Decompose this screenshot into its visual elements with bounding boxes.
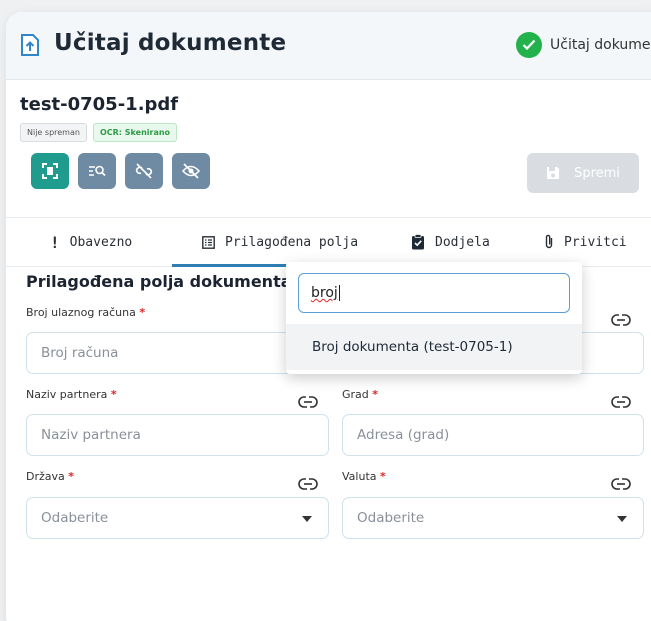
check-circle-icon <box>516 32 542 58</box>
currency-select[interactable]: Odaberite <box>342 497 644 539</box>
paperclip-icon <box>545 234 553 249</box>
placeholder-text: Odaberite <box>41 510 109 526</box>
tab-label: Obavezno <box>69 234 133 250</box>
field-label-city: Grad * <box>342 388 378 401</box>
tab-dodjela[interactable]: Dodjela <box>411 218 490 266</box>
field-label-country: Država * <box>26 470 74 483</box>
required-marker: * <box>372 388 379 401</box>
required-marker: * <box>110 388 117 401</box>
link-icon[interactable] <box>611 396 631 408</box>
upload-status: Učitaj dokume <box>516 32 651 58</box>
tab-custom-fields[interactable]: Prilagođena polja <box>172 218 387 267</box>
document-file-name: test-0705-1.pdf <box>20 94 179 115</box>
placeholder-text: Naziv partnera <box>41 427 141 443</box>
window-header: Učitaj dokumente Učitaj dokume <box>6 12 651 80</box>
field-label-invoice-number: Broj ulaznog računa * <box>26 306 145 319</box>
tab-label: Privitci <box>564 234 627 250</box>
scan-icon <box>42 163 58 179</box>
eye-off-icon <box>182 163 200 179</box>
unlink-icon <box>135 163 153 179</box>
city-input[interactable]: Adresa (grad) <box>342 414 644 456</box>
field-search-dropdown: broj Broj dokumenta (test-0705-1) <box>286 262 582 374</box>
save-button[interactable]: Spremi <box>527 153 639 193</box>
required-marker: * <box>68 470 75 483</box>
search-text-icon <box>89 165 106 177</box>
page-title: Učitaj dokumente <box>54 30 287 56</box>
field-search-input[interactable]: broj <box>298 273 570 313</box>
upload-status-text: Učitaj dokume <box>550 37 651 53</box>
label-text: Broj ulaznog računa <box>26 306 136 319</box>
exclamation-icon: ! <box>50 232 60 252</box>
link-icon[interactable] <box>298 478 318 490</box>
label-text: Grad <box>342 388 369 401</box>
required-marker: * <box>139 306 146 319</box>
link-icon[interactable] <box>298 396 318 408</box>
placeholder-text: Adresa (grad) <box>357 427 450 443</box>
caret-down-icon <box>302 516 312 522</box>
search-value: broj <box>311 285 338 301</box>
placeholder-text: Odaberite <box>357 510 425 526</box>
link-icon[interactable] <box>611 478 631 490</box>
placeholder-text: Broj računa <box>41 345 119 361</box>
search-text-button[interactable] <box>78 153 116 189</box>
tab-label: Prilagođena polja <box>225 234 359 250</box>
dropdown-option[interactable]: Broj dokumenta (test-0705-1) <box>286 324 582 370</box>
caret-down-icon <box>617 516 627 522</box>
label-text: Valuta <box>342 470 377 483</box>
partner-name-input[interactable]: Naziv partnera <box>26 414 329 456</box>
label-text: Država <box>26 470 65 483</box>
clipboard-check-icon <box>412 234 424 250</box>
text-cursor <box>338 285 340 301</box>
document-badges: Nije spreman OCR: Skenirano <box>20 123 178 142</box>
required-marker: * <box>380 470 386 483</box>
label-text: Naziv partnera <box>26 388 108 401</box>
list-icon <box>202 235 215 249</box>
tab-bar: ! Obavezno Prilagođena polja Dodjela Pri… <box>6 217 651 267</box>
document-header: test-0705-1.pdf Nije spreman OCR: Skenir… <box>6 81 651 221</box>
ocr-badge: OCR: Skenirano <box>92 123 178 142</box>
floppy-disk-icon <box>547 167 560 179</box>
tab-privitci[interactable]: Privitci <box>544 218 627 266</box>
field-label-partner: Naziv partnera * <box>26 388 117 401</box>
country-select[interactable]: Odaberite <box>26 497 329 539</box>
link-icon[interactable] <box>611 314 631 326</box>
upload-file-icon <box>21 34 39 56</box>
tab-obavezno[interactable]: ! Obavezno <box>50 218 132 266</box>
status-badge: Nije spreman <box>20 123 87 142</box>
upload-documents-window: Učitaj dokumente Učitaj dokume test-0705… <box>6 12 651 621</box>
tab-label: Dodjela <box>435 234 490 250</box>
scan-button[interactable] <box>31 153 69 189</box>
save-button-label: Spremi <box>574 165 620 181</box>
unlink-button[interactable] <box>125 153 163 189</box>
section-title: Prilagođena polja dokumenta <box>26 272 292 291</box>
hide-button[interactable] <box>172 153 210 189</box>
document-toolbar <box>31 153 210 189</box>
field-label-currency: Valuta * <box>342 470 386 483</box>
